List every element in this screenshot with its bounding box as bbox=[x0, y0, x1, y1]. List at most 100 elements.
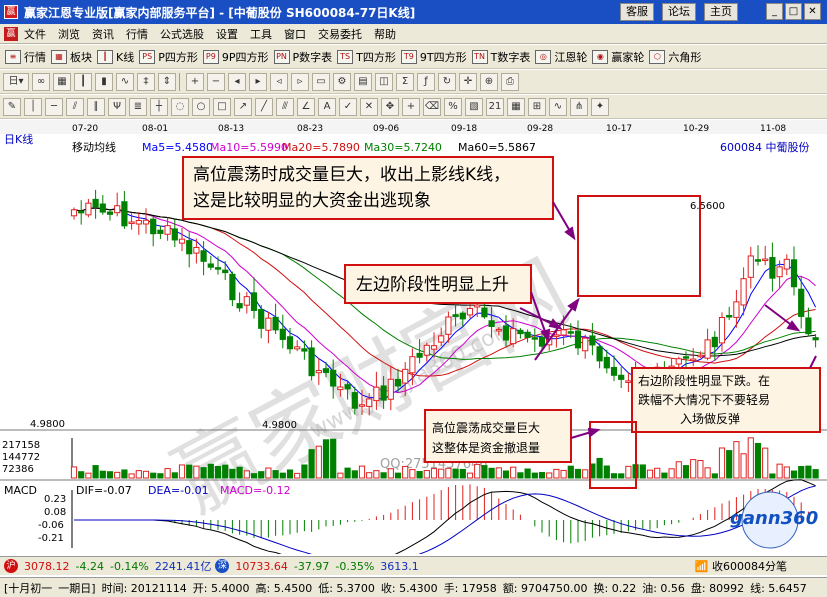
period-dropdown[interactable]: 日▾ bbox=[3, 72, 29, 91]
right-icon[interactable]: ▸ bbox=[249, 72, 267, 91]
layout-icon[interactable]: ▦ bbox=[507, 97, 525, 116]
gann-fan-icon[interactable]: ⫽ bbox=[66, 97, 84, 116]
period-line-icon[interactable]: ┼ bbox=[150, 97, 168, 116]
rectangle-icon[interactable]: □ bbox=[213, 97, 231, 116]
percent-icon[interactable]: % bbox=[444, 97, 462, 116]
shift-right-icon[interactable]: ▹ bbox=[291, 72, 309, 91]
bar-chart-icon[interactable]: ▮ bbox=[95, 72, 113, 91]
service-button[interactable]: 客服 bbox=[620, 3, 654, 21]
menu-help[interactable]: 帮助 bbox=[368, 26, 402, 42]
home-button[interactable]: 主页 bbox=[704, 3, 738, 21]
volume-bar bbox=[366, 472, 373, 479]
calendar-icon[interactable]: 21 bbox=[486, 97, 504, 116]
fork-icon[interactable]: Ψ bbox=[108, 97, 126, 116]
menu-tools[interactable]: 工具 bbox=[244, 26, 278, 42]
volume-bar bbox=[265, 467, 272, 479]
sz-change: -37.97 bbox=[293, 559, 330, 573]
kline-chart-panel[interactable]: 07-20 08-01 08-13 08-23 09-06 09-18 09-28 10-17… bbox=[0, 120, 827, 564]
9p-square-tool[interactable]: P9 9P四方形 bbox=[202, 49, 269, 65]
kline-tool[interactable]: ┃ K线 bbox=[97, 49, 134, 65]
volume-bar bbox=[488, 467, 495, 479]
delete-icon[interactable]: ⌫ bbox=[423, 97, 441, 116]
menu-info[interactable]: 资讯 bbox=[86, 26, 120, 42]
square-nine-icon[interactable]: ⊞ bbox=[528, 97, 546, 116]
menu-settings[interactable]: 设置 bbox=[210, 26, 244, 42]
pitchfork-icon[interactable]: ⋔ bbox=[570, 97, 588, 116]
gann-wheel-tool[interactable]: ◎ 江恩轮 bbox=[535, 49, 587, 65]
parallel-lines-icon[interactable]: ∥ bbox=[87, 97, 105, 116]
ruler-icon[interactable]: ‡ bbox=[137, 72, 155, 91]
formula-icon[interactable]: ƒ bbox=[417, 72, 435, 91]
p-number-table-tool[interactable]: PN P数字表 bbox=[273, 49, 332, 65]
candlestick-icon[interactable]: ┃ bbox=[74, 72, 92, 91]
menu-window[interactable]: 窗口 bbox=[278, 26, 312, 42]
print-icon[interactable]: ⎙ bbox=[501, 72, 519, 91]
grid-icon[interactable]: ▦ bbox=[53, 72, 71, 91]
volume-bar bbox=[805, 465, 812, 479]
circle-icon[interactable]: ○ bbox=[192, 97, 210, 116]
winner-wheel-tool[interactable]: ◉ 赢家轮 bbox=[592, 49, 644, 65]
menu-file[interactable]: 文件 bbox=[18, 26, 52, 42]
sector-tool[interactable]: ▦ 板块 bbox=[51, 49, 92, 65]
link-icon[interactable]: ∞ bbox=[32, 72, 50, 91]
menu-browse[interactable]: 浏览 bbox=[52, 26, 86, 42]
9t-square-tool[interactable]: T9 9T四方形 bbox=[400, 49, 467, 65]
quote-tool[interactable]: ≡ 行情 bbox=[5, 49, 46, 65]
up-down-icon[interactable]: ⇕ bbox=[158, 72, 176, 91]
zoom-in-icon[interactable]: + bbox=[186, 72, 204, 91]
volume-bar bbox=[481, 465, 488, 479]
wave-icon[interactable]: ∿ bbox=[549, 97, 567, 116]
menu-trade[interactable]: 交易委托 bbox=[312, 26, 368, 42]
chart-type-icon[interactable]: ▤ bbox=[354, 72, 372, 91]
left-icon[interactable]: ◂ bbox=[228, 72, 246, 91]
date-tick: 09-18 bbox=[451, 124, 477, 134]
settings-icon[interactable]: ⚙ bbox=[333, 72, 351, 91]
candle-body bbox=[610, 366, 618, 376]
p-square-tool[interactable]: PS P四方形 bbox=[139, 49, 198, 65]
mark-icon[interactable]: ✓ bbox=[339, 97, 357, 116]
kline-chart[interactable]: 07-20 08-01 08-13 08-23 09-06 09-18 09-28 10-17… bbox=[0, 120, 827, 564]
volume-bar bbox=[387, 468, 394, 479]
menu-quote[interactable]: 行情 bbox=[120, 26, 154, 42]
volume-bar bbox=[308, 449, 315, 479]
close-icon[interactable]: ✕ bbox=[804, 3, 821, 20]
shift-left-icon[interactable]: ◃ bbox=[270, 72, 288, 91]
minimize-icon[interactable]: _ bbox=[766, 3, 783, 20]
text-icon[interactable]: A bbox=[318, 97, 336, 116]
cycle-icon[interactable]: ◌ bbox=[171, 97, 189, 116]
indicator-icon[interactable]: Σ bbox=[396, 72, 414, 91]
angle-icon[interactable]: ∠ bbox=[297, 97, 315, 116]
forum-button[interactable]: 论坛 bbox=[662, 3, 696, 21]
menu-formula[interactable]: 公式选股 bbox=[154, 26, 210, 42]
fib-icon[interactable]: ≣ bbox=[129, 97, 147, 116]
add-icon[interactable]: + bbox=[402, 97, 420, 116]
volume-bar bbox=[272, 470, 279, 479]
quote-high: 高: 5.4500 bbox=[255, 581, 313, 595]
overlay-icon[interactable]: ◫ bbox=[375, 72, 393, 91]
target-icon[interactable]: ⊕ bbox=[480, 72, 498, 91]
volume-bar bbox=[798, 466, 805, 479]
line-chart-icon[interactable]: ∿ bbox=[116, 72, 134, 91]
gann-box-icon[interactable]: ▧ bbox=[465, 97, 483, 116]
trend-line-icon[interactable]: ╱ bbox=[255, 97, 273, 116]
macd-value: MACD=-0.12 bbox=[220, 484, 291, 497]
star-icon[interactable]: ✦ bbox=[591, 97, 609, 116]
maximize-icon[interactable]: □ bbox=[785, 3, 802, 20]
channel-icon[interactable]: ⫻ bbox=[276, 97, 294, 116]
candle-body bbox=[214, 267, 222, 270]
t-square-tool[interactable]: TS T四方形 bbox=[337, 49, 396, 65]
vertical-line-icon[interactable]: │ bbox=[24, 97, 42, 116]
t-number-table-tool[interactable]: TN T数字表 bbox=[471, 49, 530, 65]
horizontal-line-icon[interactable]: ─ bbox=[45, 97, 63, 116]
cross-icon[interactable]: ✕ bbox=[360, 97, 378, 116]
quote-volratio: 油: 0.56 bbox=[642, 581, 685, 595]
candle-body bbox=[358, 404, 366, 407]
hexagon-tool[interactable]: ⬡ 六角形 bbox=[649, 49, 701, 65]
move-icon[interactable]: ✥ bbox=[381, 97, 399, 116]
fullscreen-icon[interactable]: ▭ bbox=[312, 72, 330, 91]
zoom-out-icon[interactable]: − bbox=[207, 72, 225, 91]
pencil-icon[interactable]: ✎ bbox=[3, 97, 21, 116]
refresh-icon[interactable]: ↻ bbox=[438, 72, 456, 91]
crosshair-icon[interactable]: ✛ bbox=[459, 72, 477, 91]
arrow-icon[interactable]: ↗ bbox=[234, 97, 252, 116]
